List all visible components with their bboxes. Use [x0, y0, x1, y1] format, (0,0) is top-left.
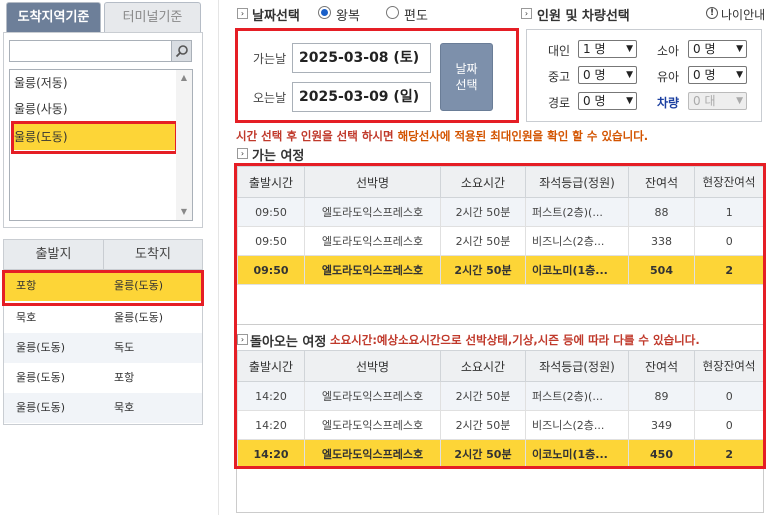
tab-terminal[interactable]: 터미널기준 — [104, 2, 201, 32]
selected-destination-outline — [11, 121, 178, 154]
scroll-up-icon[interactable]: ▲ — [176, 71, 192, 85]
route-to: 울릉(도동) — [114, 311, 164, 324]
route-row[interactable]: 묵호 울릉(도동) — [4, 303, 202, 333]
notice-text: 시간 선택 후 인원을 선택 하시면 해당선사에 적용된 최대인원을 확인 할 … — [236, 129, 649, 143]
route-header: 출발지 도착지 — [4, 240, 202, 270]
panel-divider — [218, 0, 219, 515]
child-select[interactable]: 0 명 ▼ — [688, 40, 747, 58]
outbound-title: 가는 여정 — [252, 149, 305, 164]
depart-date-field[interactable]: 2025-03-08 (토) — [292, 43, 431, 73]
return-table-frame — [236, 469, 764, 513]
round-trip-radio[interactable] — [318, 6, 331, 19]
date-select-button-line1: 날짜 — [455, 62, 478, 76]
route-to: 독도 — [114, 341, 135, 354]
scroll-down-icon[interactable]: ▼ — [176, 205, 192, 219]
route-from: 울릉(도동) — [16, 341, 66, 354]
age-info-link[interactable]: 나이안내 — [721, 6, 765, 23]
teen-select[interactable]: 0 명 ▼ — [578, 66, 637, 84]
return-date-label: 오는날 — [253, 91, 287, 105]
route-to: 묵호 — [114, 401, 135, 414]
date-select-button-line2: 선택 — [455, 78, 478, 92]
depart-date-label: 가는날 — [253, 52, 287, 66]
route-from: 묵호 — [16, 311, 37, 324]
chevron-down-icon: ▼ — [736, 70, 743, 80]
teen-label: 중고 — [548, 70, 571, 84]
vehicle-label: 차량 — [657, 96, 680, 110]
date-select-heading: 날짜선택 — [252, 9, 300, 24]
destination-scrollbar[interactable] — [176, 70, 192, 220]
search-icon — [175, 45, 188, 58]
route-to: 포항 — [114, 371, 135, 384]
senior-select[interactable]: 0 명 ▼ — [578, 92, 637, 110]
route-header-from: 출발지 — [35, 247, 72, 262]
round-trip-label[interactable]: 왕복 — [336, 5, 360, 24]
one-way-radio[interactable] — [386, 6, 399, 19]
one-way-label[interactable]: 편도 — [404, 5, 428, 24]
adult-select[interactable]: 1 명 ▼ — [578, 40, 637, 58]
route-row[interactable]: 울릉(도동) 독도 — [4, 333, 202, 363]
chevron-down-icon: ▼ — [626, 96, 633, 106]
selected-route-outline — [2, 270, 204, 306]
destination-item[interactable]: 울릉(사동) — [14, 98, 68, 120]
chevron-down-icon: ▼ — [626, 44, 633, 54]
adult-label: 대인 — [548, 44, 571, 58]
chevron-down-icon: ▼ — [626, 70, 633, 80]
chevron-down-icon: ▼ — [736, 96, 743, 106]
route-from: 울릉(도동) — [16, 371, 66, 384]
tab-destination-region[interactable]: 도착지역기준 — [6, 2, 101, 32]
return-date-field[interactable]: 2025-03-09 (일) — [292, 82, 431, 112]
vehicle-select: 0 대 ▼ — [688, 92, 747, 110]
bullet-icon: › — [237, 8, 248, 19]
senior-label: 경로 — [548, 96, 571, 110]
child-label: 소아 — [657, 44, 680, 58]
infant-select[interactable]: 0 명 ▼ — [688, 66, 747, 84]
bullet-icon: › — [237, 148, 248, 159]
trip-tables-outline — [234, 163, 766, 469]
route-row[interactable]: 울릉(도동) 포항 — [4, 363, 202, 393]
destination-search-input[interactable] — [9, 40, 192, 62]
route-from: 울릉(도동) — [16, 401, 66, 414]
chevron-down-icon: ▼ — [736, 44, 743, 54]
infant-label: 유아 — [657, 70, 680, 84]
date-select-button[interactable]: 날짜 선택 — [440, 43, 493, 111]
search-button[interactable] — [171, 41, 191, 61]
bullet-icon: › — [521, 8, 532, 19]
route-header-to: 도착지 — [103, 240, 202, 270]
route-row[interactable]: 울릉(도동) 묵호 — [4, 393, 202, 423]
destination-item[interactable]: 울릉(저동) — [14, 72, 68, 94]
people-select-heading: 인원 및 차량선택 — [537, 9, 630, 24]
info-icon[interactable]: ! — [706, 7, 718, 19]
